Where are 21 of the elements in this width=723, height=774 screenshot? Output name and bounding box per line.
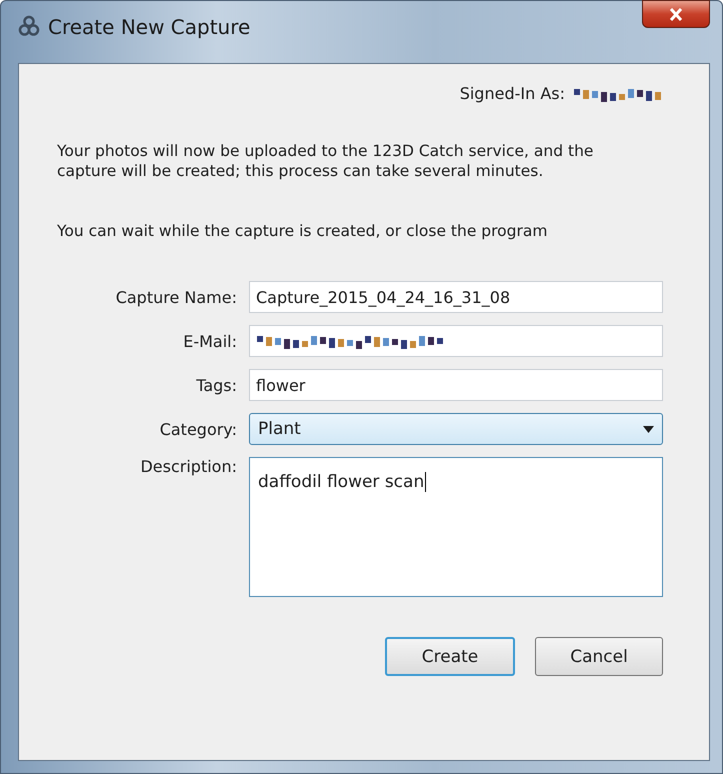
description-field[interactable]: daffodil flower scan	[249, 457, 663, 597]
text-field[interactable]	[249, 325, 663, 357]
field-label: Capture Name:	[114, 288, 237, 306]
cancel-button[interactable]: Cancel	[535, 637, 663, 676]
text-field[interactable]: flower	[249, 369, 663, 401]
field-label: Tags:	[195, 376, 237, 394]
text-field[interactable]: Capture_2015_04_24_16_31_08	[249, 281, 663, 313]
close-button[interactable]	[642, 0, 710, 28]
field-label: Description:	[139, 457, 237, 476]
field-label: E-Mail:	[182, 332, 237, 350]
app-logo-icon	[18, 15, 40, 37]
field-label: Category:	[158, 420, 237, 438]
window-title: Create New Capture	[48, 15, 252, 39]
create-button[interactable]: Create	[385, 637, 515, 676]
category-dropdown[interactable]: Plant	[249, 413, 663, 445]
info-text: Your photos will now be uploaded to the 123D Catch service, and the capture will be created; this process can take several minutes.	[57, 141, 594, 181]
close-icon	[669, 8, 683, 20]
caret-icon	[643, 426, 654, 432]
signed-in-label: Signed-In As:	[460, 84, 565, 103]
obscured-text-icon	[256, 333, 446, 349]
info-text: You can wait while the capture is created, or close the program	[57, 221, 548, 241]
